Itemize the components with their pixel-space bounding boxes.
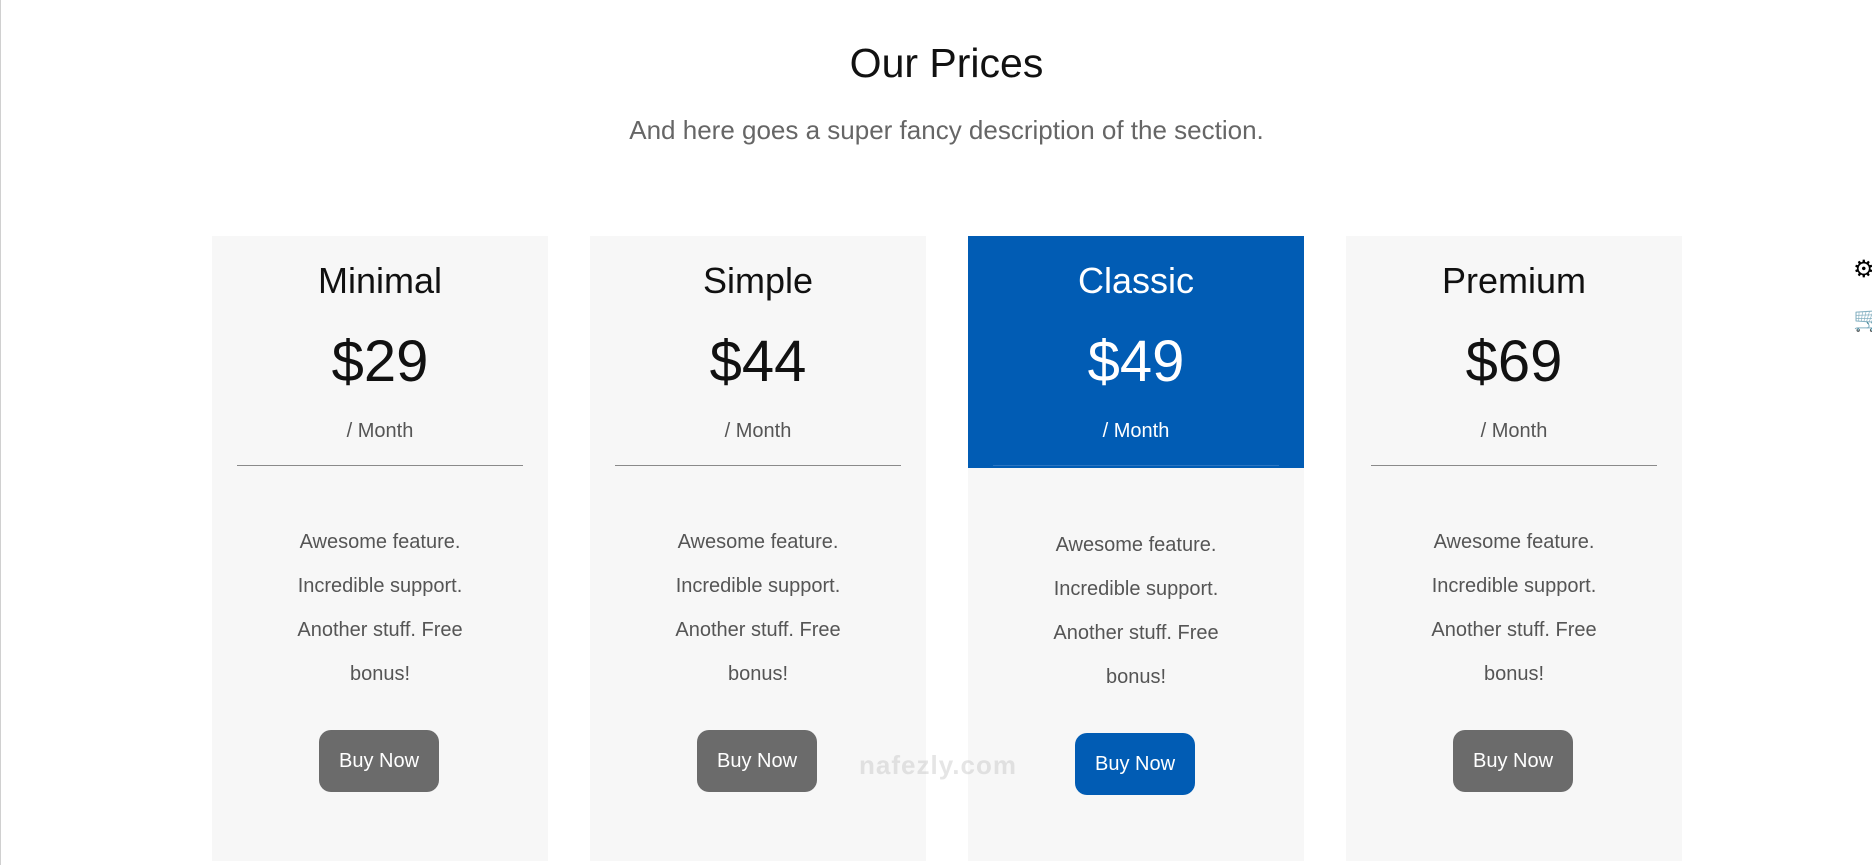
pricing-card-classic: Classic $49 / Month Awesome feature. Inc… [968, 236, 1304, 861]
cart-icon[interactable]: 🛒 [1853, 305, 1872, 333]
plan-period: / Month [724, 420, 792, 442]
plan-name: Classic [1077, 260, 1194, 301]
feature-item: bonus! [1105, 666, 1167, 688]
pricing-card-minimal: Minimal $29 / Month Awesome feature. Inc… [212, 236, 548, 861]
feature-item: Another stuff. Free [1053, 622, 1219, 644]
plan-price: $49 [1087, 329, 1185, 394]
section-description: And here goes a super fancy description … [629, 115, 1264, 145]
feature-item: bonus! [1483, 663, 1545, 685]
feature-item: Awesome feature. [677, 531, 839, 553]
feature-item: bonus! [349, 663, 411, 685]
plan-period: / Month [346, 420, 414, 442]
feature-list: Awesome feature. Incredible support. Ano… [1346, 520, 1682, 696]
buy-now-button-minimal[interactable]: Buy Now [319, 730, 439, 792]
feature-item: Another stuff. Free [1431, 619, 1597, 641]
plan-name: Minimal [317, 260, 442, 301]
plan-price: $29 [331, 329, 429, 394]
feature-item: Awesome feature. [1055, 534, 1217, 556]
plan-price: $69 [1465, 329, 1563, 394]
pricing-card-header: Classic $49 / Month [968, 236, 1304, 468]
gears-icon[interactable]: ⚙ [1853, 255, 1872, 283]
plan-period: / Month [1480, 420, 1548, 442]
feature-item: Incredible support. [675, 575, 841, 597]
divider [237, 465, 523, 466]
pricing-card-header: Premium $69 / Month [1346, 236, 1682, 468]
feature-item: Incredible support. [1053, 578, 1219, 600]
pricing-card-header: Minimal $29 / Month [212, 236, 548, 468]
feature-list: Awesome feature. Incredible support. Ano… [212, 520, 548, 696]
feature-item: Incredible support. [1431, 575, 1597, 597]
feature-item: Another stuff. Free [297, 619, 463, 641]
pricing-card-header: Simple $44 / Month [590, 236, 926, 468]
plan-name: Simple [702, 260, 814, 301]
feature-list: Awesome feature. Incredible support. Ano… [590, 520, 926, 696]
plan-name: Premium [1441, 260, 1587, 301]
plan-price: $44 [709, 329, 807, 394]
feature-item: bonus! [727, 663, 789, 685]
divider [1371, 465, 1657, 466]
buy-now-button-classic[interactable]: Buy Now [1075, 733, 1195, 795]
section-title: Our Prices [849, 40, 1044, 86]
feature-item: Awesome feature. [299, 531, 461, 553]
feature-item: Incredible support. [297, 575, 463, 597]
buy-now-button-premium[interactable]: Buy Now [1453, 730, 1573, 792]
divider [993, 465, 1279, 466]
buy-now-button-simple[interactable]: Buy Now [697, 730, 817, 792]
plan-period: / Month [1102, 420, 1170, 442]
pricing-card-premium: Premium $69 / Month Awesome feature. Inc… [1346, 236, 1682, 861]
feature-list: Awesome feature. Incredible support. Ano… [968, 523, 1304, 699]
feature-item: Awesome feature. [1433, 531, 1595, 553]
pricing-card-simple: Simple $44 / Month Awesome feature. Incr… [590, 236, 926, 861]
divider [615, 465, 901, 466]
feature-item: Another stuff. Free [675, 619, 841, 641]
